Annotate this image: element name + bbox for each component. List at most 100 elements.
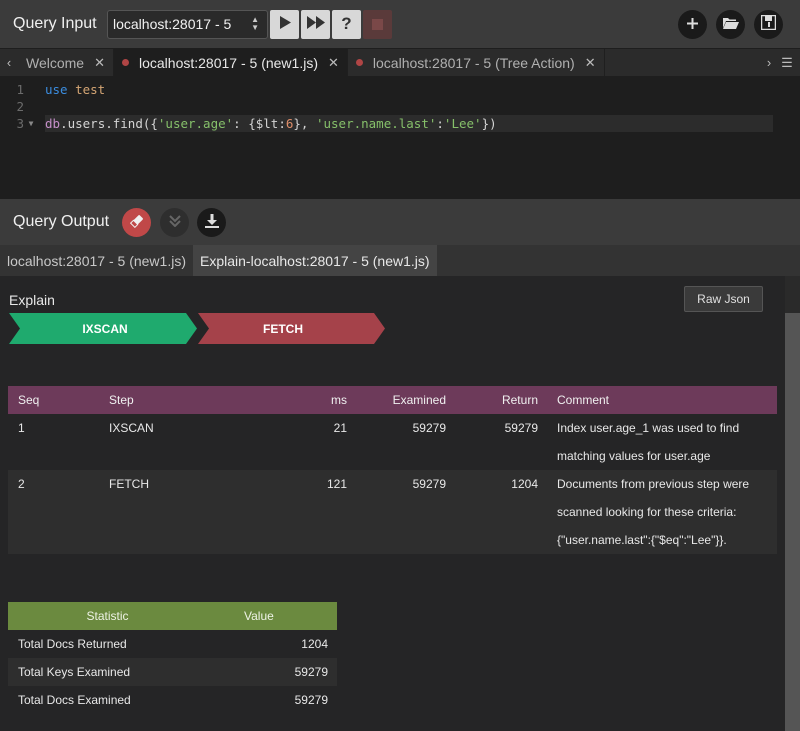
cell-step: FETCH (100, 470, 240, 554)
run-all-button[interactable] (301, 9, 330, 39)
table-row: Total Docs Examined 59279 (8, 686, 337, 714)
cell-statistic: Total Docs Returned (18, 637, 127, 651)
output-tab-label: localhost:28017 - 5 (new1.js) (7, 252, 186, 269)
cell-ms: 121 (240, 470, 356, 554)
cell-return: 1204 (448, 470, 540, 554)
code-line: 1 use test (0, 81, 800, 98)
tab-tree-action[interactable]: localhost:28017 - 5 (Tree Action) ✕ (348, 48, 605, 77)
tab-label: localhost:28017 - 5 (Tree Action) (372, 54, 575, 71)
cell-seq: 1 (8, 414, 100, 470)
help-button[interactable]: ? (332, 9, 361, 39)
fold-arrow-icon[interactable]: ▼ (24, 119, 38, 128)
explain-steps-table: Seq Step ms Examined Return Comment 1 IX… (8, 386, 777, 554)
query-output-title: Query Output (13, 213, 110, 230)
cell-statistic: Total Docs Examined (18, 693, 131, 707)
tab-new1-js[interactable]: localhost:28017 - 5 (new1.js) ✕ (114, 48, 348, 77)
code-string: 'user.name.last' (315, 116, 437, 131)
output-tab-bar: localhost:28017 - 5 (new1.js) Explain-lo… (0, 245, 800, 276)
col-header-statistic: Statistic (8, 602, 208, 630)
close-icon[interactable]: ✕ (94, 55, 105, 71)
col-header-return: Return (448, 386, 540, 414)
col-header-value: Value (208, 602, 337, 630)
cell-value: 59279 (294, 693, 328, 707)
comment-line: Documents from previous step were (557, 477, 750, 491)
chevron-left-icon[interactable]: ‹ (0, 55, 18, 70)
clear-output-button[interactable] (122, 208, 151, 237)
code-string: 'user.age' (157, 116, 234, 131)
col-header-step: Step (100, 386, 240, 414)
col-header-seq: Seq (8, 386, 100, 414)
code-keyword: use (45, 82, 68, 97)
help-icon: ? (341, 14, 352, 33)
cell-return: 59279 (448, 414, 540, 470)
connection-select-value: localhost:28017 - 5 (113, 16, 232, 32)
cell-value: 1204 (301, 637, 328, 651)
save-icon (760, 14, 777, 35)
plus-icon (687, 16, 698, 34)
chevron-right-icon[interactable]: › (760, 55, 778, 70)
code-text: : (436, 116, 444, 131)
code-text: }) (481, 116, 497, 131)
query-output-header: Query Output (0, 199, 800, 245)
output-tab-explain[interactable]: Explain-localhost:28017 - 5 (new1.js) (193, 245, 437, 276)
cell-examined: 59279 (356, 414, 448, 470)
cell-ms: 21 (240, 414, 356, 470)
cell-statistic: Total Keys Examined (8, 658, 208, 686)
unsaved-dot-icon (122, 59, 129, 66)
fast-forward-icon (306, 14, 325, 34)
line-number: 1 (16, 82, 24, 97)
cell-seq: 2 (8, 470, 100, 554)
stage-fetch-label: FETCH (263, 321, 303, 336)
table-row: Total Keys Examined 59279 (8, 658, 337, 686)
run-button[interactable] (270, 9, 299, 39)
col-header-comment: Comment (540, 386, 777, 414)
cell-step: IXSCAN (100, 414, 240, 470)
col-header-ms: ms (240, 386, 356, 414)
explain-title: Explain (9, 292, 55, 308)
comment-line: {"user.name.last":{"$eq":"Lee"}}. (557, 533, 727, 547)
tab-welcome[interactable]: Welcome ✕ (18, 48, 114, 77)
raw-json-button[interactable]: Raw Json (684, 286, 763, 312)
tab-label: localhost:28017 - 5 (new1.js) (139, 54, 318, 71)
open-file-button[interactable] (716, 10, 745, 39)
close-icon[interactable]: ✕ (328, 55, 339, 71)
query-input-title: Query Input (13, 15, 97, 32)
new-tab-button[interactable] (678, 10, 707, 39)
stop-button[interactable] (363, 9, 392, 39)
stage-ixscan-label: IXSCAN (82, 321, 128, 336)
connection-select[interactable]: localhost:28017 - 5 ▲ ▼ (107, 9, 268, 39)
menu-icon[interactable]: ☰ (778, 55, 796, 71)
code-line-current: 3 ▼ db.users.find({'user.age': {$lt:6}, … (0, 115, 800, 132)
export-button[interactable] (197, 208, 226, 237)
code-editor[interactable]: 1 use test 2 3 ▼ db.users.find({'user.ag… (0, 76, 800, 199)
table-row: 2 FETCH 121 59279 1204 Documents from pr… (8, 470, 777, 554)
table-header-row: Statistic Value (8, 602, 337, 630)
code-string: 'Lee' (443, 116, 482, 131)
output-tab-label: Explain-localhost:28017 - 5 (new1.js) (200, 252, 430, 269)
expand-all-button[interactable] (160, 208, 189, 237)
cell-value: 59279 (208, 658, 337, 686)
stop-icon (372, 18, 383, 30)
cell-comment: Documents from previous step were scanne… (540, 470, 777, 554)
table-header-row: Seq Step ms Examined Return Comment (8, 386, 777, 414)
expand-down-icon (168, 214, 181, 231)
editor-tab-bar: ‹ Welcome ✕ localhost:28017 - 5 (new1.js… (0, 48, 800, 77)
output-tab-new1-js[interactable]: localhost:28017 - 5 (new1.js) (0, 245, 193, 276)
line-number: 2 (16, 99, 24, 114)
code-text: : {$lt: (233, 116, 286, 131)
save-button[interactable] (754, 10, 783, 39)
select-arrows-icon: ▲ ▼ (251, 14, 259, 32)
table-row: 1 IXSCAN 21 59279 59279 Index user.age_1… (8, 414, 777, 470)
close-icon[interactable]: ✕ (585, 55, 596, 71)
folder-open-icon (722, 16, 739, 34)
code-db-name: test (75, 82, 106, 97)
scrollbar-thumb[interactable] (785, 313, 800, 731)
tab-label: Welcome (26, 54, 85, 71)
play-icon (279, 14, 291, 34)
comment-line: Index user.age_1 was used to find (557, 421, 740, 435)
code-line: 2 (0, 98, 800, 115)
eraser-icon (129, 214, 144, 232)
download-icon (204, 213, 219, 232)
comment-line: scanned looking for these criteria: (557, 505, 737, 519)
code-db-var: db (45, 116, 61, 131)
